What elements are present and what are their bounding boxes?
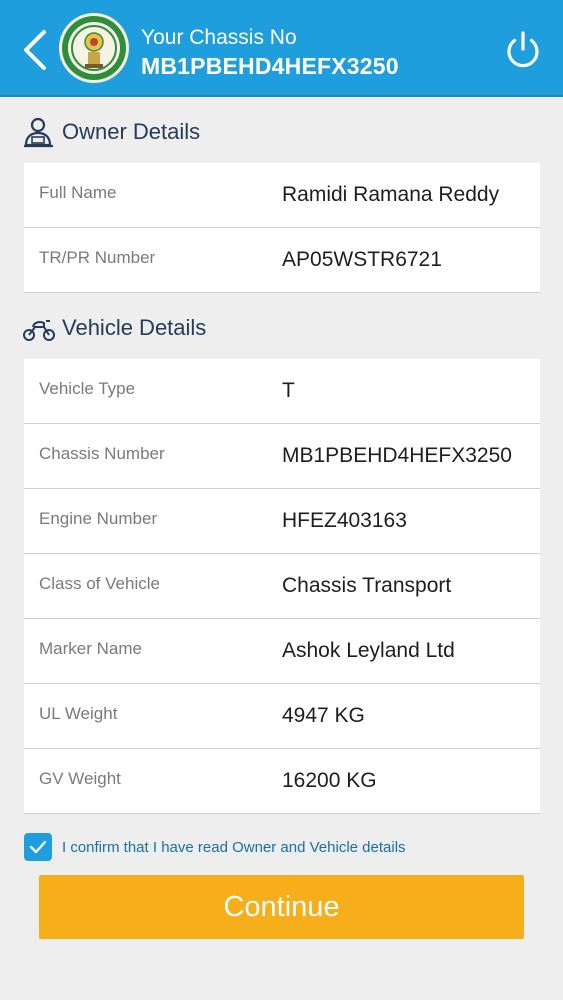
continue-button[interactable]: Continue (39, 875, 524, 939)
owner-row-tr-pr-number: TR/PR Number AP05WSTR6721 (24, 228, 540, 293)
row-value: 4947 KG (282, 704, 365, 727)
power-icon (507, 31, 539, 68)
app-header: Your Chassis No MB1PBEHD4HEFX3250 (0, 0, 563, 97)
chevron-left-icon (24, 30, 46, 70)
vehicle-section-header: Vehicle Details (22, 308, 206, 348)
row-label: TR/PR Number (39, 248, 156, 267)
government-emblem-logo (58, 10, 130, 86)
vehicle-row-ul-weight: UL Weight 4947 KG (24, 684, 540, 749)
row-label: GV Weight (39, 769, 121, 788)
row-label: Class of Vehicle (39, 574, 160, 593)
vehicle-details-card: Vehicle Type T Chassis Number MB1PBEHD4H… (24, 359, 540, 814)
owner-row-full-name: Full Name Ramidi Ramana Reddy (24, 163, 540, 228)
scooter-icon (22, 311, 56, 345)
row-value: AP05WSTR6721 (282, 248, 442, 271)
row-value: HFEZ403163 (282, 509, 407, 532)
row-value: Ashok Leyland Ltd (282, 639, 455, 662)
row-label: Marker Name (39, 639, 142, 658)
confirm-checkbox[interactable] (24, 833, 52, 861)
vehicle-row-gv-weight: GV Weight 16200 KG (24, 749, 540, 814)
row-value: MB1PBEHD4HEFX3250 (282, 444, 512, 467)
row-value: Ramidi Ramana Reddy (282, 183, 500, 206)
vehicle-row-marker-name: Marker Name Ashok Leyland Ltd (24, 619, 540, 684)
row-label: UL Weight (39, 704, 118, 723)
owner-details-card: Full Name Ramidi Ramana Reddy TR/PR Numb… (24, 163, 540, 293)
vehicle-row-engine-number: Engine Number HFEZ403163 (24, 489, 540, 554)
confirm-label[interactable]: I confirm that I have read Owner and Veh… (62, 839, 406, 856)
row-value: T (282, 379, 295, 402)
checkmark-icon (29, 840, 47, 854)
vehicle-section-title: Vehicle Details (62, 315, 207, 340)
owner-section-title: Owner Details (62, 119, 201, 144)
row-value: Chassis Transport (282, 574, 452, 597)
row-value: 16200 KG (282, 769, 377, 792)
power-button[interactable] (502, 29, 544, 71)
back-button[interactable] (18, 26, 52, 74)
row-label: Vehicle Type (39, 379, 136, 398)
row-label: Full Name (39, 183, 117, 202)
header-chassis-number: MB1PBEHD4HEFX3250 (141, 53, 399, 79)
confirm-row: I confirm that I have read Owner and Veh… (24, 833, 406, 861)
person-icon (22, 115, 56, 149)
vehicle-row-class: Class of Vehicle Chassis Transport (24, 554, 540, 619)
owner-section-header: Owner Details (22, 112, 200, 152)
row-label: Engine Number (39, 509, 158, 528)
vehicle-row-chassis-number: Chassis Number MB1PBEHD4HEFX3250 (24, 424, 540, 489)
row-label: Chassis Number (39, 444, 165, 463)
vehicle-row-type: Vehicle Type T (24, 359, 540, 424)
header-title: Your Chassis No (141, 26, 297, 49)
